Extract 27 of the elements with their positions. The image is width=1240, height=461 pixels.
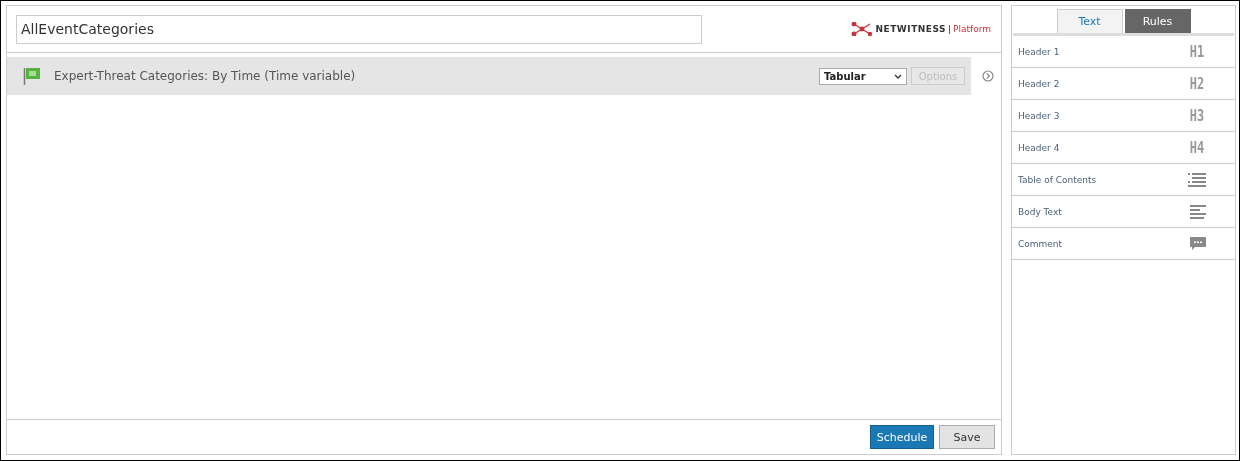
logo-icon xyxy=(850,22,873,36)
heading-icon: H4 xyxy=(1189,138,1205,157)
rule-item[interactable]: Table of Contents xyxy=(1012,164,1235,196)
view-select[interactable]: Tabular xyxy=(819,67,907,85)
heading-icon: H1 xyxy=(1189,42,1205,61)
product-name: Platform xyxy=(953,24,991,34)
schedule-button[interactable]: Schedule xyxy=(870,425,934,449)
brand-name: NETWITNESS xyxy=(875,24,947,34)
flag-icon xyxy=(23,66,41,86)
comment-icon xyxy=(1190,236,1206,251)
list-icon xyxy=(1188,172,1206,187)
paragraph-icon xyxy=(1190,204,1206,219)
heading-icon: H2 xyxy=(1189,74,1205,93)
rule-item[interactable]: Header 1 H1 xyxy=(1012,36,1235,68)
tab[interactable]: Text xyxy=(1056,9,1123,33)
chevron-right-circle-icon[interactable] xyxy=(982,70,994,82)
rule-item[interactable]: Comment xyxy=(1012,228,1235,260)
tab[interactable]: Rules xyxy=(1124,9,1191,33)
rule-item[interactable]: Body Text xyxy=(1012,196,1235,228)
chevron-down-icon xyxy=(894,73,902,79)
save-button[interactable]: Save xyxy=(939,425,995,449)
rule-item[interactable]: Header 2 H2 xyxy=(1012,68,1235,100)
heading-icon: H3 xyxy=(1189,106,1205,125)
widget-title: Expert-Threat Categories: By Time (Time variable) xyxy=(54,69,357,83)
rule-item[interactable]: Header 3 H3 xyxy=(1012,100,1235,132)
rule-item[interactable]: Header 4 H4 xyxy=(1012,132,1235,164)
report-name-field[interactable]: AllEventCategories xyxy=(16,14,702,44)
